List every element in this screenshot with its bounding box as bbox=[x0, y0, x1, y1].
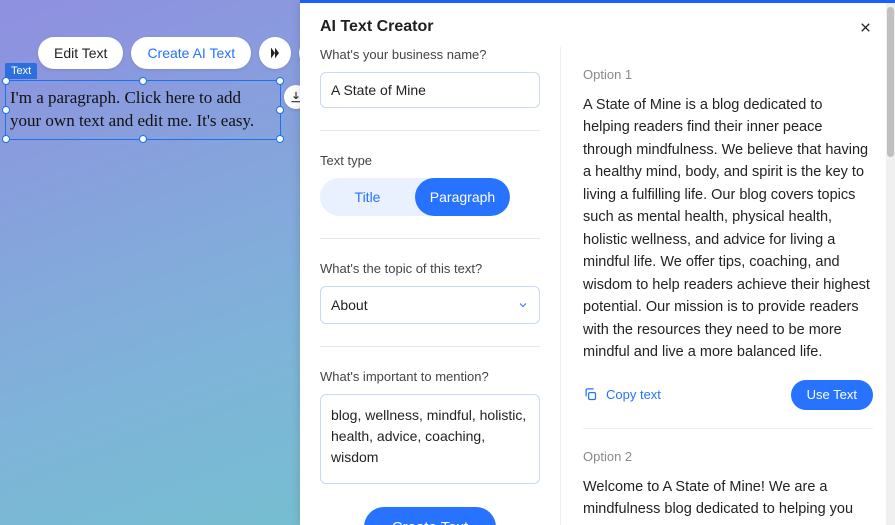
create-text-button[interactable]: Create Text bbox=[364, 507, 496, 525]
text-type-segmented: Title Paragraph bbox=[320, 178, 510, 216]
resize-handle[interactable] bbox=[139, 77, 147, 85]
resize-handle[interactable] bbox=[2, 77, 10, 85]
topic-label: What's the topic of this text? bbox=[320, 261, 540, 276]
option-text: A State of Mine is a blog dedicated to h… bbox=[583, 94, 873, 364]
text-toolbar: Edit Text Create AI Text bbox=[38, 37, 331, 69]
use-text-button[interactable]: Use Text bbox=[791, 380, 873, 410]
close-icon[interactable] bbox=[855, 17, 875, 37]
topic-value: About bbox=[331, 297, 368, 313]
results-side: Option 1 A State of Mine is a blog dedic… bbox=[560, 47, 895, 525]
topic-select[interactable]: About bbox=[320, 286, 540, 324]
scrollbar-track[interactable] bbox=[886, 3, 895, 525]
copy-icon bbox=[583, 387, 598, 402]
important-label: What's important to mention? bbox=[320, 369, 540, 384]
copy-text-button[interactable]: Copy text bbox=[583, 387, 661, 402]
text-type-label: Text type bbox=[320, 153, 540, 168]
resize-handle[interactable] bbox=[139, 135, 147, 143]
resize-handle[interactable] bbox=[2, 106, 10, 114]
element-type-tag: Text bbox=[5, 63, 37, 79]
panel-title: AI Text Creator bbox=[320, 18, 434, 36]
scrollbar-thumb[interactable] bbox=[887, 7, 894, 157]
option-label: Option 1 bbox=[583, 67, 873, 82]
result-option: Option 1 A State of Mine is a blog dedic… bbox=[583, 47, 873, 410]
copy-text-label: Copy text bbox=[606, 387, 661, 402]
chevron-down-icon bbox=[517, 299, 529, 311]
option-text: Welcome to A State of Mine! We are a min… bbox=[583, 476, 873, 521]
resize-handle[interactable] bbox=[276, 77, 284, 85]
form-side: What's your business name? Text type Tit… bbox=[300, 47, 560, 525]
business-name-label: What's your business name? bbox=[320, 47, 540, 62]
edit-text-button[interactable]: Edit Text bbox=[38, 37, 123, 69]
resize-handle[interactable] bbox=[276, 106, 284, 114]
important-textarea[interactable] bbox=[320, 394, 540, 484]
resize-handle[interactable] bbox=[276, 135, 284, 143]
canvas-text-box[interactable]: Text I'm a paragraph. Click here to add … bbox=[5, 80, 281, 140]
business-name-input[interactable] bbox=[320, 72, 540, 108]
resize-handle[interactable] bbox=[2, 135, 10, 143]
paragraph-text[interactable]: I'm a paragraph. Click here to add your … bbox=[6, 81, 280, 139]
result-option: Option 2 Welcome to A State of Mine! We … bbox=[583, 429, 873, 521]
animation-icon[interactable] bbox=[259, 37, 291, 69]
create-ai-text-button[interactable]: Create AI Text bbox=[131, 37, 251, 69]
text-type-paragraph-option[interactable]: Paragraph bbox=[415, 178, 510, 216]
text-type-title-option[interactable]: Title bbox=[320, 178, 415, 216]
ai-text-creator-panel: AI Text Creator What's your business nam… bbox=[300, 0, 895, 525]
option-label: Option 2 bbox=[583, 449, 873, 464]
